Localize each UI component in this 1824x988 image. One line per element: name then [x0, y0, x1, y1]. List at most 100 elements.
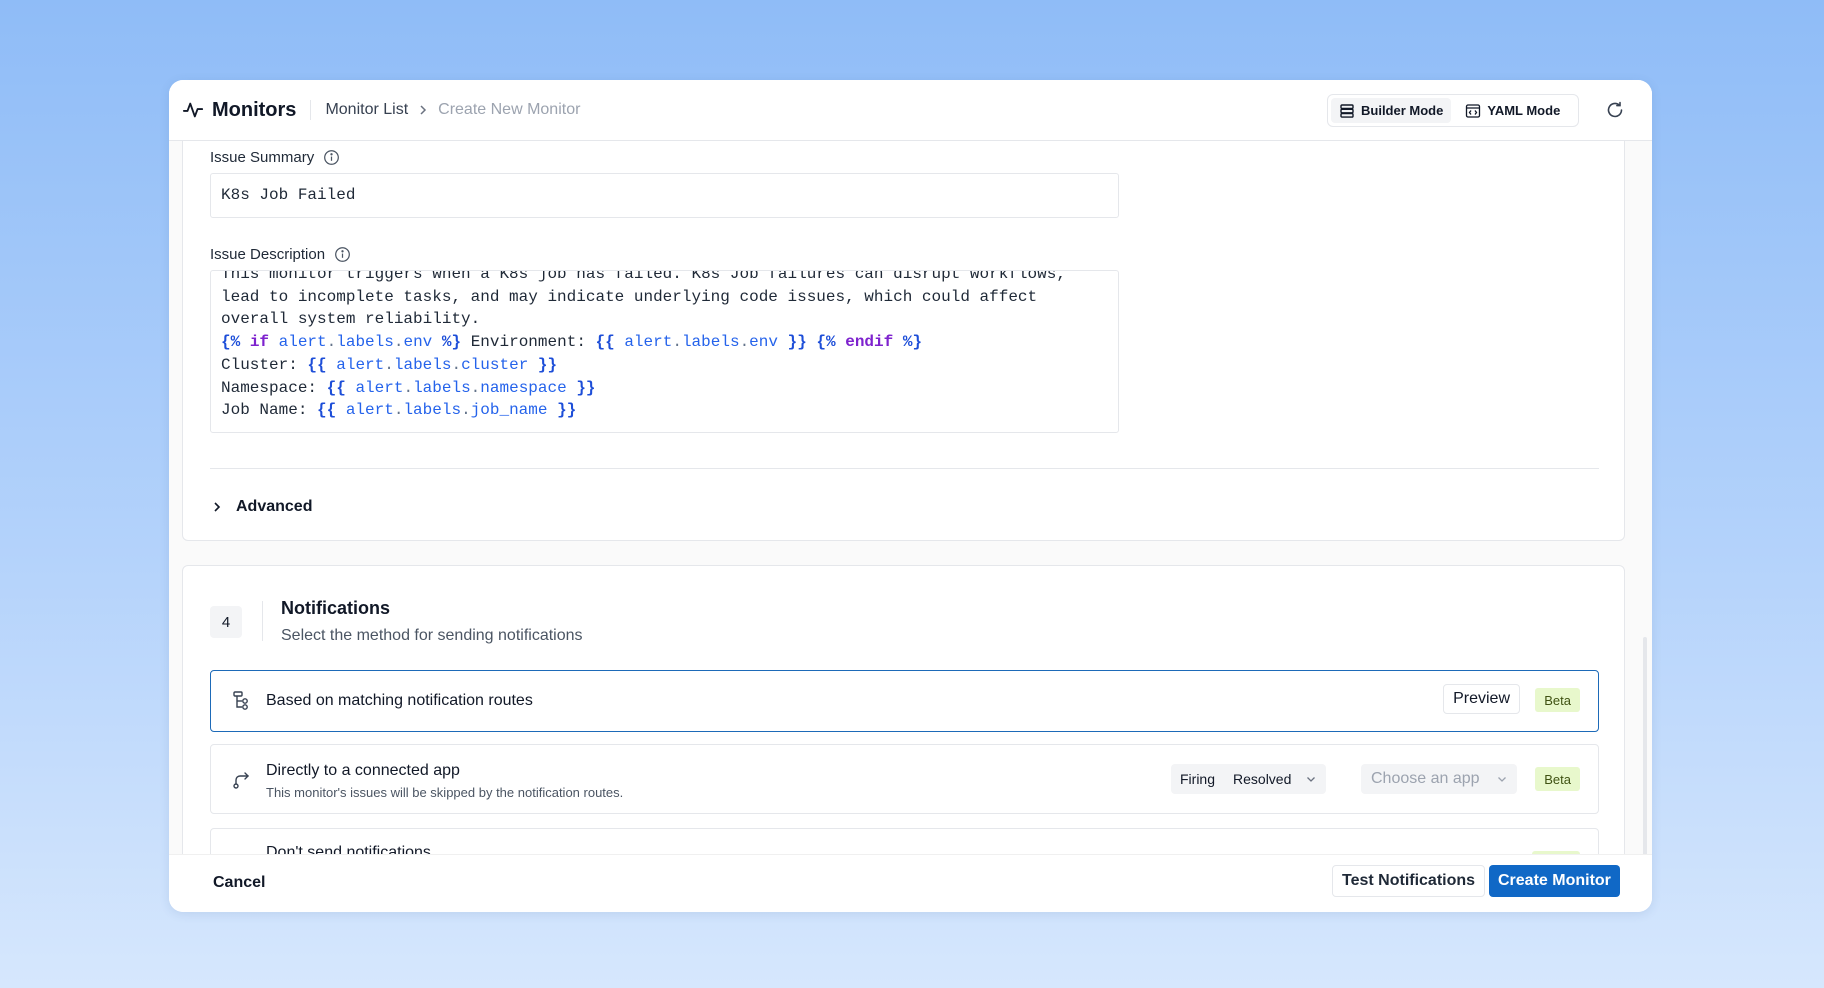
info-icon[interactable]	[323, 149, 340, 166]
template-dot: .	[672, 333, 682, 352]
option-notification-routes[interactable]: Based on matching notification routes Pr…	[210, 670, 1599, 732]
app-placeholder: Choose an app	[1371, 770, 1480, 787]
template-var: labels	[413, 378, 471, 397]
template-tag: %}	[902, 333, 923, 352]
template-text: Cluster:	[221, 355, 308, 374]
issue-summary-input[interactable]: K8s Job Failed	[210, 173, 1119, 218]
template-var: namespace	[480, 378, 567, 397]
advanced-label: Advanced	[236, 498, 313, 515]
template-tag: {%	[816, 333, 836, 352]
environment-template-line: {% if alert.labels.env %} Environment: {…	[221, 331, 1066, 354]
builder-mode-label: Builder Mode	[1361, 103, 1444, 118]
template-dot: .	[403, 378, 414, 397]
chevron-right-icon	[418, 105, 428, 115]
notifications-title: Notifications	[281, 598, 391, 618]
test-notifications-button[interactable]: Test Notifications	[1332, 865, 1486, 897]
template-text: Namespace:	[221, 378, 327, 397]
template-dot: .	[451, 355, 462, 374]
notifications-subtitle: Select the method for sending notificati…	[281, 627, 583, 644]
template-var: alert	[624, 333, 673, 352]
option-subtitle: This monitor's issues will be skipped by…	[266, 785, 624, 800]
template-text: Environment:	[461, 333, 596, 352]
step-divider	[262, 601, 263, 641]
section-divider	[210, 468, 1599, 469]
option-connected-app[interactable]: Directly to a connected app This monitor…	[210, 744, 1599, 814]
template-var: labels	[403, 401, 462, 420]
template-var: labels	[393, 355, 452, 374]
builder-mode-button[interactable]: Builder Mode	[1331, 98, 1452, 123]
beta-badge: Beta	[1535, 767, 1580, 791]
chevron-down-icon	[1307, 777, 1316, 782]
template-var: job_name	[470, 401, 548, 420]
issue-summary-value: K8s Job Failed	[221, 186, 356, 204]
description-line: lead to incomplete tasks, and may indica…	[221, 287, 1038, 306]
status-filter-select[interactable]: Firing Resolved	[1171, 764, 1327, 794]
template-text: Job Name:	[221, 401, 318, 420]
page-title: Monitors	[212, 98, 297, 121]
description-line: overall system reliability.	[221, 310, 481, 329]
code-window-icon	[1466, 103, 1481, 118]
option-title: Based on matching notification routes	[266, 692, 533, 709]
option-title: Directly to a connected app	[266, 762, 460, 779]
template-tag: }}	[537, 355, 558, 374]
template-var: labels	[336, 333, 394, 352]
issue-summary-label-text: Issue Summary	[210, 149, 315, 166]
brand: Monitors	[182, 99, 296, 122]
advanced-toggle[interactable]: Advanced	[210, 498, 312, 516]
firing-option[interactable]: Firing	[1171, 771, 1224, 787]
template-dot: .	[326, 333, 337, 352]
stack-icon	[1340, 103, 1354, 118]
job-name-template-line: Job Name: {{ alert.labels.job_name }}	[221, 399, 1066, 422]
breadcrumb-monitor-list[interactable]: Monitor List	[325, 101, 408, 119]
choose-app-select[interactable]: Choose an app	[1361, 764, 1517, 794]
resolved-option[interactable]: Resolved	[1224, 771, 1300, 787]
footer-bar: Cancel Test Notifications Create Monitor	[169, 854, 1652, 912]
template-tag: {%	[221, 333, 241, 352]
template-var: env	[749, 333, 778, 352]
yaml-mode-button[interactable]: YAML Mode	[1457, 98, 1568, 123]
template-dot: .	[470, 378, 481, 397]
main-content[interactable]: Issue Summary K8s Job Failed Issue Descr…	[169, 141, 1652, 854]
template-keyword: if	[249, 333, 270, 352]
chevron-right-icon	[214, 502, 221, 512]
issue-description-label-text: Issue Description	[210, 246, 326, 263]
template-tag: {{	[317, 401, 337, 420]
preview-button[interactable]: Preview	[1443, 684, 1520, 714]
template-dot: .	[384, 355, 394, 374]
template-tag: }}	[576, 378, 596, 397]
description-line: This monitor triggers when a K8s job has…	[221, 270, 1066, 283]
notifications-card: 4 Notifications Select the method for se…	[182, 565, 1625, 854]
template-var: alert	[355, 378, 404, 397]
template-var: alert	[278, 333, 327, 352]
template-tag: }}	[557, 401, 577, 420]
namespace-template-line: Namespace: {{ alert.labels.namespace }}	[221, 377, 1066, 400]
option-dont-send[interactable]: Don't send notifications	[210, 828, 1599, 854]
template-var: alert	[336, 355, 385, 374]
template-tag: %}	[441, 333, 462, 352]
cluster-template-line: Cluster: {{ alert.labels.cluster }}	[221, 354, 1066, 377]
scrollbar[interactable]	[1643, 637, 1647, 854]
template-var: labels	[681, 333, 740, 352]
refresh-icon[interactable]	[1605, 100, 1625, 120]
issue-details-card: Issue Summary K8s Job Failed Issue Descr…	[182, 141, 1625, 541]
template-dot: .	[393, 401, 404, 420]
pulse-icon	[182, 102, 204, 118]
chevron-down-icon	[1498, 777, 1506, 782]
template-keyword: endif	[845, 333, 894, 352]
top-bar: Monitors Monitor List Create New Monitor…	[169, 80, 1652, 141]
create-monitor-button[interactable]: Create Monitor	[1489, 865, 1620, 897]
routes-icon	[233, 691, 248, 710]
template-tag: {{	[307, 355, 327, 374]
issue-description-label: Issue Description	[210, 246, 351, 263]
option-title: Don't send notifications	[266, 844, 431, 854]
header-divider	[310, 100, 312, 120]
template-tag: {{	[326, 378, 346, 397]
issue-description-textarea[interactable]: This monitor triggers when a K8s job has…	[210, 270, 1119, 433]
template-dot: .	[739, 333, 750, 352]
mode-toggle: Builder Mode YAML Mode	[1327, 94, 1579, 127]
yaml-mode-label: YAML Mode	[1487, 103, 1561, 118]
cancel-button[interactable]: Cancel	[213, 874, 265, 892]
direct-route-icon	[233, 772, 249, 789]
info-icon[interactable]	[334, 246, 351, 263]
breadcrumb-current: Create New Monitor	[438, 101, 581, 118]
